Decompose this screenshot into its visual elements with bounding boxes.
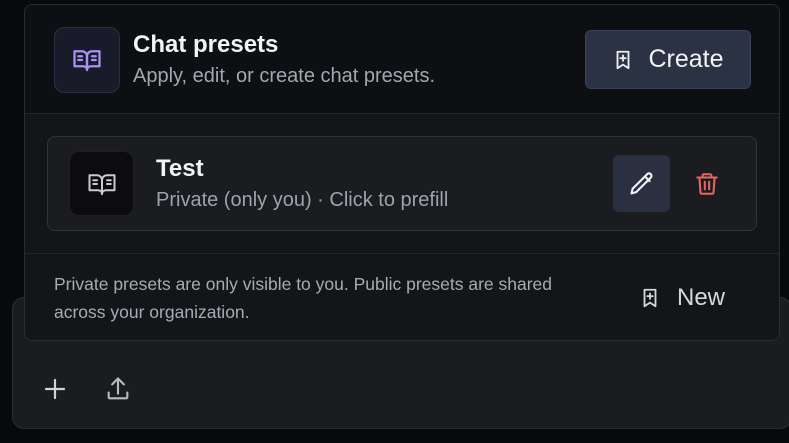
bookmark-plus-icon xyxy=(643,288,657,308)
preset-item[interactable]: Test Private (only you) · Click to prefi… xyxy=(47,136,757,231)
new-preset-button[interactable]: New xyxy=(639,278,725,318)
presets-header-icon xyxy=(54,27,120,93)
preset-name: Test xyxy=(156,155,204,182)
trash-icon xyxy=(696,172,718,195)
upload-icon xyxy=(107,377,129,400)
pencil-icon xyxy=(629,171,652,194)
add-button[interactable] xyxy=(37,371,73,407)
chat-presets-panel: Chat presets Apply, edit, or create chat… xyxy=(24,4,780,341)
visibility-note: Private presets are only visible to you.… xyxy=(54,274,553,322)
book-icon xyxy=(73,50,101,72)
panel-header: Chat presets Apply, edit, or create chat… xyxy=(25,5,779,114)
panel-subtitle: Apply, edit, or create chat presets. xyxy=(133,65,436,87)
plus-icon xyxy=(44,378,66,400)
bookmark-plus-icon xyxy=(617,50,630,69)
upload-button[interactable] xyxy=(100,371,136,407)
delete-preset-button[interactable] xyxy=(682,155,732,212)
book-icon xyxy=(88,173,115,195)
new-button-label: New xyxy=(677,284,726,311)
create-preset-button[interactable]: Create xyxy=(585,30,751,89)
create-button-label: Create xyxy=(648,45,724,73)
preset-description: Private (only you) · Click to prefill xyxy=(156,189,449,211)
preset-icon-box xyxy=(69,151,134,216)
edit-preset-button[interactable] xyxy=(613,155,670,212)
panel-title: Chat presets xyxy=(133,31,279,58)
panel-footer: Private presets are only visible to you.… xyxy=(25,253,779,340)
